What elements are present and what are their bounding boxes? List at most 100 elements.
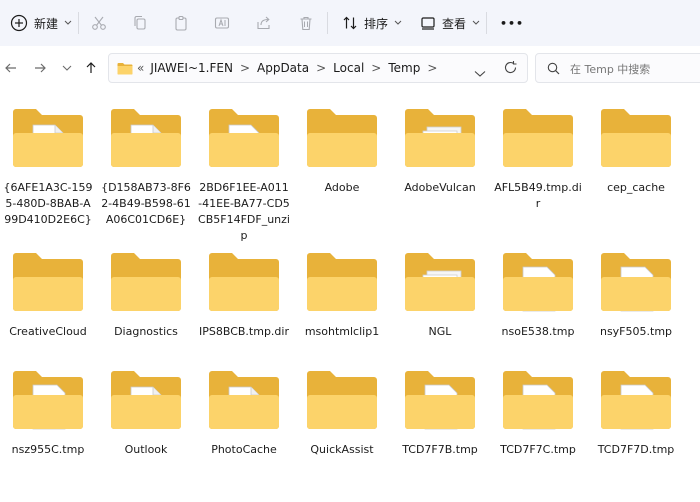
folder-name: IPS8BCB.tmp.dir <box>198 325 289 338</box>
folder-icon <box>111 109 181 167</box>
folder-icon <box>13 253 83 311</box>
paste-button[interactable] <box>173 0 189 46</box>
folder-item[interactable]: Adobe <box>294 100 390 240</box>
folder-icon <box>307 253 377 311</box>
address-bar[interactable]: « JIAWEI~1.FEN > AppData > Local > Temp … <box>108 53 528 83</box>
folder-name: Diagnostics <box>114 325 178 338</box>
folder-name: QuickAssist <box>310 443 374 456</box>
toolbar-divider <box>486 12 487 34</box>
folder-item[interactable]: PhotoCache <box>196 362 292 502</box>
folder-icon <box>13 109 83 167</box>
folder-item[interactable]: {6AFE1A3C-1595-480D-8BAB-A99D410D2E6C} <box>0 100 96 240</box>
folder-icon <box>503 371 573 430</box>
search-input[interactable] <box>568 60 692 78</box>
folder-name: Adobe <box>324 181 360 194</box>
folder-item[interactable]: cep_cache <box>588 100 684 240</box>
cut-button[interactable] <box>91 0 107 46</box>
folder-name: nsz955C.tmp <box>11 443 85 456</box>
folder-icon <box>111 253 181 311</box>
folder-item[interactable]: Outlook <box>98 362 194 502</box>
delete-button[interactable] <box>298 0 314 46</box>
breadcrumb-separator-icon[interactable]: > <box>427 61 437 75</box>
folder-item[interactable]: TCD7F7B.tmp <box>392 362 488 502</box>
folder-name: nsyF505.tmp <box>599 325 673 338</box>
folder-icon <box>503 253 573 312</box>
chevron-down-icon <box>64 20 72 25</box>
folder-icon <box>111 371 181 429</box>
breadcrumb-separator-icon[interactable]: > <box>240 61 250 75</box>
copy-button[interactable] <box>132 0 148 46</box>
share-icon <box>257 16 270 30</box>
up-button[interactable] <box>80 57 102 79</box>
folder-name: {6AFE1A3C-1595-480D-8BAB-A99D410D2E6C} <box>3 181 93 226</box>
breadcrumb-item[interactable]: AppData <box>257 61 309 75</box>
folder-item[interactable]: {D158AB73-8F62-4B49-B598-61A06C01CD6E} <box>98 100 194 240</box>
clipboard-icon <box>175 15 187 31</box>
toolbar-divider <box>327 12 328 34</box>
folder-name: TCD7F7D.tmp <box>597 443 675 456</box>
recent-locations-button[interactable] <box>56 57 78 79</box>
new-button[interactable]: 新建 <box>10 0 72 46</box>
folder-name: nsoE538.tmp <box>501 325 575 338</box>
forward-button[interactable] <box>29 57 51 79</box>
folder-name: 2BD6F1EE-A011-41EE-BA77-CD5CB5F14FDF_unz… <box>198 181 290 242</box>
folder-name: msohtmlclip1 <box>304 325 380 338</box>
refresh-button[interactable] <box>503 60 518 79</box>
chevron-down-icon <box>394 20 402 25</box>
folder-icon <box>209 253 279 311</box>
folder-item[interactable]: QuickAssist <box>294 362 390 502</box>
breadcrumb-item[interactable]: Temp <box>388 61 420 75</box>
breadcrumb-item[interactable]: JIAWEI~1.FEN <box>150 61 233 75</box>
rename-icon <box>214 17 230 29</box>
folder-icon <box>117 62 133 74</box>
arrow-right-icon <box>35 63 46 73</box>
view-icon <box>421 17 435 30</box>
chevron-down-icon <box>472 20 480 25</box>
chevron-down-icon <box>62 65 72 71</box>
folder-name: AdobeVulcan <box>404 181 476 194</box>
folder-icon <box>307 371 377 429</box>
folder-name: {D158AB73-8F62-4B49-B598-61A06C01CD6E} <box>101 181 191 226</box>
folder-item[interactable]: AFL5B49.tmp.dir <box>490 100 586 240</box>
folder-icon <box>209 109 279 167</box>
breadcrumb-separator-icon[interactable]: > <box>316 61 326 75</box>
copy-icon <box>134 15 146 30</box>
folder-name: NGL <box>428 325 452 338</box>
share-button[interactable] <box>256 0 272 46</box>
more-icon: ••• <box>500 16 525 30</box>
folder-icon <box>13 371 83 430</box>
folder-item[interactable]: 2BD6F1EE-A011-41EE-BA77-CD5CB5F14FDF_unz… <box>196 100 292 242</box>
plus-circle-icon <box>10 14 28 32</box>
folder-item[interactable]: nsz955C.tmp <box>0 362 96 502</box>
folder-name: TCD7F7B.tmp <box>402 443 478 456</box>
arrow-up-icon <box>86 62 96 73</box>
rename-button[interactable] <box>214 0 230 46</box>
folder-name: TCD7F7C.tmp <box>500 443 576 456</box>
more-options-button[interactable]: ••• <box>500 0 524 46</box>
breadcrumb-item[interactable]: Local <box>333 61 364 75</box>
back-button[interactable] <box>0 57 22 79</box>
search-icon <box>547 62 560 75</box>
sort-button-label: 排序 <box>364 16 389 31</box>
breadcrumb: « JIAWEI~1.FEN > AppData > Local > Temp … <box>117 54 444 82</box>
arrow-left-icon <box>5 63 16 73</box>
folder-name: cep_cache <box>607 181 665 194</box>
folder-item[interactable]: TCD7F7D.tmp <box>588 362 684 502</box>
breadcrumb-overflow[interactable]: « <box>137 61 144 75</box>
folder-item[interactable]: AdobeVulcan <box>392 100 488 240</box>
folder-icon <box>601 109 671 167</box>
view-button-label: 查看 <box>442 16 467 31</box>
command-bar: 新建 排序 查看 ••• <box>0 0 700 46</box>
view-button[interactable]: 查看 <box>420 0 480 46</box>
breadcrumb-separator-icon[interactable]: > <box>371 61 381 75</box>
folder-icon <box>209 371 279 429</box>
search-box[interactable] <box>535 53 700 83</box>
folder-name: AFL5B49.tmp.dir <box>494 181 582 210</box>
sort-button[interactable]: 排序 <box>342 0 402 46</box>
folder-name: Outlook <box>124 443 168 456</box>
folder-icon <box>405 253 475 311</box>
scissors-icon <box>92 16 106 30</box>
file-grid: {6AFE1A3C-1595-480D-8BAB-A99D410D2E6C} {D… <box>0 100 700 456</box>
folder-item[interactable]: TCD7F7C.tmp <box>490 362 586 502</box>
address-history-button[interactable] <box>474 63 486 82</box>
